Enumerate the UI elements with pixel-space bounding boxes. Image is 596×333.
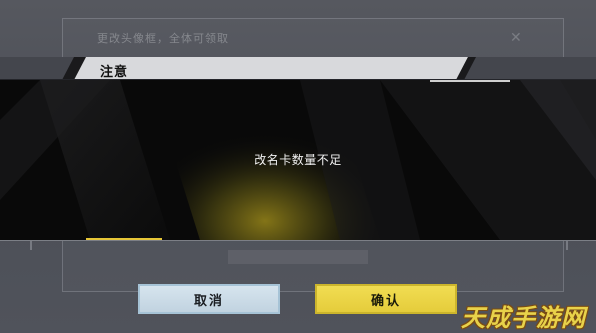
header-accent-line (430, 80, 510, 82)
game-screen: 更改头像框，全体可领取 ✕ 注意 改名卡数量不足 取消 确认 天成手游网 (0, 0, 596, 333)
background-button (228, 250, 368, 264)
header-band-shape (0, 57, 596, 80)
background-close-icon: ✕ (510, 30, 522, 46)
dialog-title: 注意 (100, 65, 129, 80)
confirm-button[interactable]: 确认 (315, 284, 457, 314)
background-window-title: 更改头像框，全体可领取 (97, 32, 229, 45)
watermark-logo: 天成手游网 (461, 304, 586, 332)
cancel-button[interactable]: 取消 (138, 284, 280, 314)
dialog-header (0, 57, 596, 80)
dialog-bottom-divider (0, 240, 596, 241)
dialog-message: 改名卡数量不足 (254, 153, 342, 167)
